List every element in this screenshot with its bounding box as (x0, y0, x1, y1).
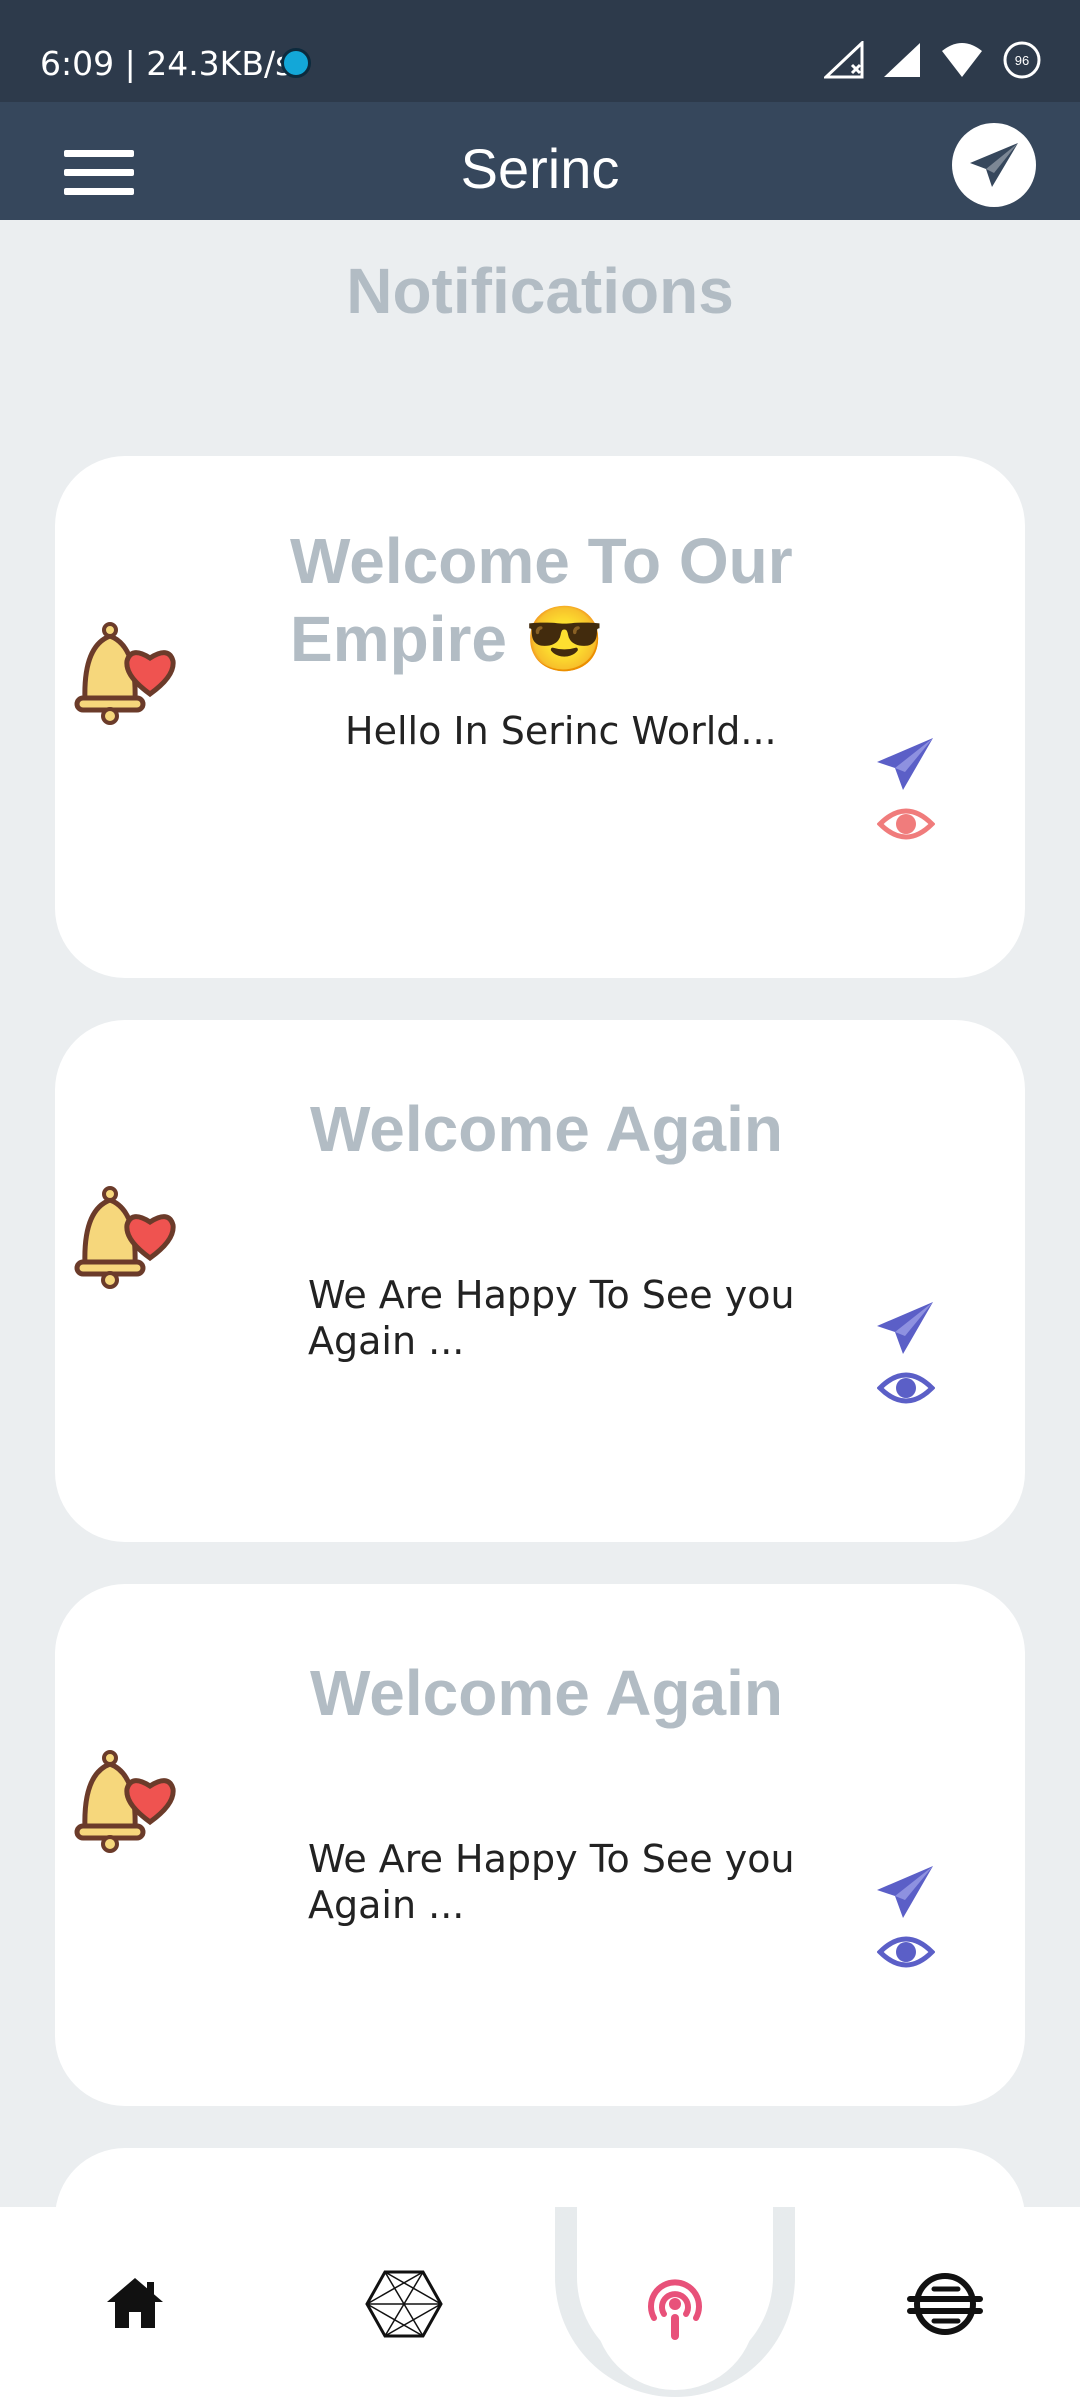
signal-icon (884, 43, 920, 77)
status-time: 6:09 | 24.3KB/s (40, 44, 293, 83)
notification-dot-icon (281, 48, 311, 78)
wifi-icon (942, 43, 982, 77)
bell-heart-icon (74, 1186, 176, 1289)
page-title: Notifications (346, 255, 734, 327)
status-icons: 96 (824, 40, 1042, 80)
eye-icon[interactable] (877, 1368, 935, 1408)
notification-message: We Are Happy To See you Again ... (308, 1272, 795, 1364)
notification-card[interactable]: Welcome Again We Are Happy To See you Ag… (55, 1584, 1025, 2106)
bell-heart-icon (74, 622, 176, 725)
send-button[interactable] (952, 123, 1036, 207)
paper-plane-icon[interactable] (875, 1300, 935, 1356)
svg-text:96: 96 (1015, 53, 1029, 68)
notification-message-line: Again ... (308, 1319, 465, 1363)
notification-card[interactable]: Welcome Again We Are Happy To See you Ag… (55, 1020, 1025, 1542)
notification-message-line: Again ... (308, 1883, 465, 1927)
paper-plane-icon (970, 143, 1018, 187)
eye-icon[interactable] (877, 1932, 935, 1972)
notification-message: We Are Happy To See you Again ... (308, 1836, 795, 1928)
notification-title: Welcome Again (310, 1657, 783, 1729)
status-bar: 6:09 | 24.3KB/s 96 (0, 0, 1080, 102)
podcast-icon (648, 2279, 702, 2340)
paper-plane-icon[interactable] (875, 1864, 935, 1920)
polyhedron-icon (365, 2270, 443, 2338)
notification-message-line: We Are Happy To See you (308, 1273, 795, 1317)
notification-card[interactable]: Welcome To Our Empire 😎 Hello In Serinc … (55, 456, 1025, 978)
no-signal-icon (824, 41, 864, 79)
nav-item-home[interactable] (95, 2268, 175, 2338)
nav-item-community[interactable] (905, 2266, 985, 2342)
notification-title-line: Welcome To Our (290, 525, 793, 597)
nav-item-explore[interactable] (364, 2266, 444, 2342)
home-icon (107, 2278, 163, 2328)
notification-title: Welcome Again (310, 1093, 783, 1165)
notification-title: Welcome To Our Empire 😎 (290, 522, 793, 678)
notification-message: Hello In Serinc World... (345, 709, 777, 753)
app-title: Serinc (460, 137, 620, 200)
notification-message-line: We Are Happy To See you (308, 1837, 795, 1881)
paper-plane-icon[interactable] (875, 736, 935, 792)
bell-heart-icon (74, 1750, 176, 1853)
battery-icon: 96 (1003, 41, 1041, 79)
nav-item-podcast[interactable] (594, 2228, 756, 2390)
eye-icon[interactable] (877, 804, 935, 844)
notification-title-line: Empire 😎 (290, 603, 605, 675)
globe-icon (907, 2273, 983, 2335)
